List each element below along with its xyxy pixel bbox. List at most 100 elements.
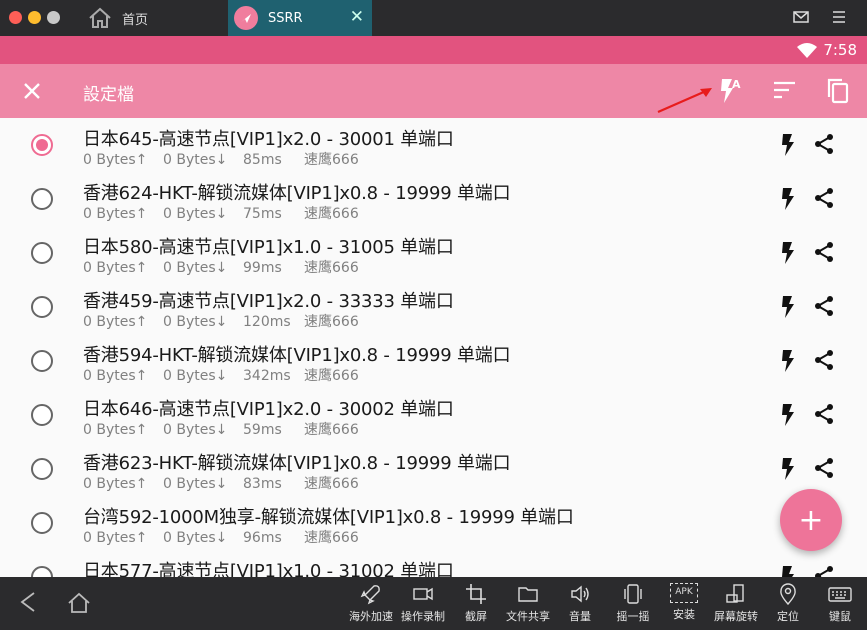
tool-shake[interactable]: 摇一摇	[605, 581, 661, 624]
emulator-title-bar: 首页 SSRR ✕	[0, 0, 867, 36]
share-icon[interactable]	[812, 348, 836, 372]
share-icon[interactable]	[812, 456, 836, 480]
profile-radio[interactable]	[31, 566, 53, 577]
profile-stats: 0 Bytes↑ 0 Bytes↓ 99ms 速鹰666	[83, 257, 359, 277]
test-latency-icon[interactable]	[779, 456, 797, 482]
profile-radio[interactable]	[31, 404, 53, 426]
profile-title: 香港624-HKT-解锁流媒体[VIP1]x0.8 - 19999 单端口	[83, 183, 511, 204]
profile-radio[interactable]	[31, 296, 53, 318]
tool-rotate[interactable]: 屏幕旋转	[708, 581, 764, 624]
copy-icon[interactable]	[825, 77, 851, 105]
sort-icon[interactable]	[773, 80, 797, 100]
test-latency-icon[interactable]	[779, 402, 797, 428]
android-status-bar: 7:58	[0, 36, 867, 64]
tab-home-label: 首页	[122, 12, 149, 28]
tab-close-icon[interactable]: ✕	[350, 7, 364, 27]
profile-radio[interactable]	[31, 350, 53, 372]
profile-stats: 0 Bytes↑ 0 Bytes↓ 342ms 速鹰666	[83, 365, 359, 385]
profile-radio[interactable]	[31, 458, 53, 480]
red-arrow-annotation	[657, 88, 712, 114]
upload-bytes: 0 Bytes↑	[83, 422, 148, 438]
profile-radio[interactable]	[31, 242, 53, 264]
profile-list: 日本645-高速节点[VIP1]x2.0 - 30001 单端口 0 Bytes…	[0, 118, 867, 577]
profile-title: 香港594-HKT-解锁流媒体[VIP1]x0.8 - 19999 单端口	[83, 345, 511, 366]
close-window-button[interactable]	[9, 11, 22, 24]
upload-bytes: 0 Bytes↑	[83, 368, 148, 384]
test-latency-icon[interactable]	[779, 132, 797, 158]
download-bytes: 0 Bytes↓	[163, 476, 228, 492]
share-icon[interactable]	[812, 402, 836, 426]
maximize-window-button[interactable]	[47, 11, 60, 24]
test-all-latency-button[interactable]: A	[716, 77, 746, 105]
home-nav-icon[interactable]	[67, 591, 91, 615]
video-record-icon	[413, 587, 433, 601]
latency: 120ms	[243, 314, 291, 330]
tool-location[interactable]: 定位	[760, 581, 816, 624]
close-icon[interactable]	[20, 79, 44, 103]
add-profile-button[interactable]: +	[780, 489, 842, 551]
menu-icon[interactable]	[831, 9, 847, 25]
wifi-icon	[797, 43, 817, 58]
test-latency-icon[interactable]	[779, 294, 797, 320]
download-bytes: 0 Bytes↓	[163, 260, 228, 276]
flash-auto-icon	[721, 79, 733, 103]
tool-volume[interactable]: 音量	[552, 581, 608, 624]
list-item[interactable]: 台湾592-1000M独享-解锁流媒体[VIP1]x0.8 - 19999 单端…	[0, 496, 867, 550]
profile-title: 日本645-高速节点[VIP1]x2.0 - 30001 单端口	[83, 129, 454, 150]
profile-group: 速鹰666	[304, 422, 359, 438]
emulator-window: 首页 SSRR ✕ 7:58 設定檔 A 日本645-高速节点[VIP1]x2.…	[0, 0, 867, 630]
profile-radio[interactable]	[31, 188, 53, 210]
shake-icon	[624, 584, 642, 604]
share-icon[interactable]	[812, 186, 836, 210]
share-icon[interactable]	[812, 240, 836, 264]
share-icon[interactable]	[812, 564, 836, 577]
tool-overseas-accel[interactable]: 海外加速	[343, 581, 399, 624]
download-bytes: 0 Bytes↓	[163, 368, 228, 384]
tool-install[interactable]: APK 安装	[656, 581, 712, 622]
upload-bytes: 0 Bytes↑	[83, 260, 148, 276]
list-item[interactable]: 香港624-HKT-解锁流媒体[VIP1]x0.8 - 19999 单端口 0 …	[0, 172, 867, 226]
test-latency-icon[interactable]	[779, 348, 797, 374]
tool-keyboard-mouse[interactable]: 键鼠	[812, 581, 867, 624]
tool-label: 屏幕旋转	[714, 610, 758, 623]
profile-title: 日本577-高速节点[VIP1]x1.0 - 31002 单端口	[83, 561, 454, 577]
tool-screenshot[interactable]: 截屏	[448, 581, 504, 624]
flash-auto-badge: A	[732, 78, 741, 91]
profile-radio[interactable]	[31, 512, 53, 534]
tool-file-share[interactable]: 文件共享	[500, 581, 556, 624]
minimize-window-button[interactable]	[28, 11, 41, 24]
list-item[interactable]: 香港594-HKT-解锁流媒体[VIP1]x0.8 - 19999 单端口 0 …	[0, 334, 867, 388]
tab-ssrr[interactable]: SSRR ✕	[228, 0, 372, 36]
profile-title: 日本580-高速节点[VIP1]x1.0 - 31005 单端口	[83, 237, 454, 258]
latency: 85ms	[243, 152, 282, 168]
test-latency-icon[interactable]	[779, 186, 797, 212]
list-item[interactable]: 日本577-高速节点[VIP1]x1.0 - 31002 单端口	[0, 550, 867, 577]
list-item[interactable]: 香港459-高速节点[VIP1]x2.0 - 33333 单端口 0 Bytes…	[0, 280, 867, 334]
profile-title: 台湾592-1000M独享-解锁流媒体[VIP1]x0.8 - 19999 单端…	[83, 507, 574, 528]
download-bytes: 0 Bytes↓	[163, 422, 228, 438]
list-item[interactable]: 日本646-高速节点[VIP1]x2.0 - 30002 单端口 0 Bytes…	[0, 388, 867, 442]
upload-bytes: 0 Bytes↑	[83, 206, 148, 222]
latency: 342ms	[243, 368, 291, 384]
tool-label: 安装	[673, 608, 695, 621]
list-item[interactable]: 日本580-高速节点[VIP1]x1.0 - 31005 单端口 0 Bytes…	[0, 226, 867, 280]
upload-bytes: 0 Bytes↑	[83, 152, 148, 168]
list-item[interactable]: 日本645-高速节点[VIP1]x2.0 - 30001 单端口 0 Bytes…	[0, 118, 867, 172]
profile-stats: 0 Bytes↑ 0 Bytes↓ 75ms 速鹰666	[83, 203, 359, 223]
tool-label: 文件共享	[506, 610, 550, 623]
share-icon[interactable]	[812, 294, 836, 318]
test-latency-icon[interactable]	[779, 564, 797, 577]
list-item[interactable]: 香港623-HKT-解锁流媒体[VIP1]x0.8 - 19999 单端口 0 …	[0, 442, 867, 496]
back-nav-icon[interactable]	[18, 591, 38, 613]
profile-radio[interactable]	[31, 134, 53, 156]
test-latency-icon[interactable]	[779, 240, 797, 266]
tab-ssrr-label: SSRR	[268, 10, 303, 26]
tab-home[interactable]: 首页	[80, 0, 226, 36]
tool-record[interactable]: 操作录制	[395, 581, 451, 624]
share-icon[interactable]	[812, 132, 836, 156]
latency: 83ms	[243, 476, 282, 492]
profile-group: 速鹰666	[304, 260, 359, 276]
profile-group: 速鹰666	[304, 368, 359, 384]
tool-label: 海外加速	[349, 610, 393, 623]
mail-icon[interactable]	[793, 9, 809, 25]
